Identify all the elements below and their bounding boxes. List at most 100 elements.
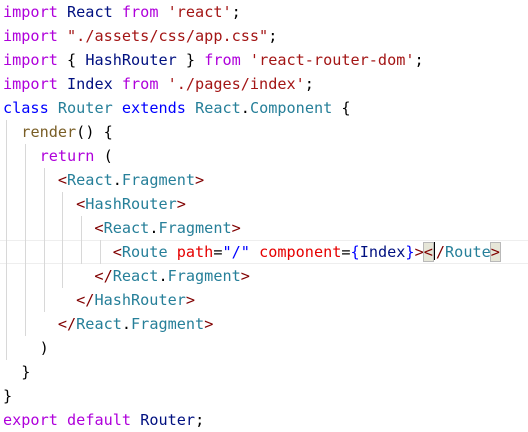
code-token: React: [76, 315, 122, 333]
code-token: default: [67, 411, 132, 429]
code-token: ;: [231, 3, 241, 21]
code-token: <: [3, 219, 104, 237]
code-token: HashRouter: [85, 195, 177, 213]
code-line: <HashRouter>: [3, 192, 186, 216]
code-token: .: [121, 315, 132, 333]
code-line: import React from 'react';: [3, 0, 241, 24]
code-token: HashRouter: [94, 291, 186, 309]
code-token: React: [112, 267, 159, 285]
code-token: Router: [131, 411, 196, 429]
code-token: "/": [222, 243, 250, 261]
code-token: ;: [304, 75, 314, 93]
matched-bracket: >: [489, 242, 501, 262]
code-token: HashRouter: [85, 51, 177, 69]
code-token: <: [3, 171, 68, 189]
code-line: return (: [3, 144, 113, 168]
code-token: </: [3, 267, 113, 285]
code-line: }: [3, 360, 30, 384]
code-token: =: [341, 243, 351, 261]
code-token: >: [240, 267, 250, 285]
code-token: import: [3, 75, 58, 93]
code-token: }: [3, 363, 31, 381]
code-token: >: [204, 315, 214, 333]
code-token: Fragment: [121, 171, 196, 189]
code-line: </HashRouter>: [3, 288, 195, 312]
code-token: render: [21, 123, 77, 141]
code-token: React: [67, 171, 113, 189]
code-line: export default Router;: [3, 408, 204, 432]
code-token: class: [3, 99, 49, 117]
code-token: }: [405, 243, 415, 261]
code-token: <: [3, 195, 86, 213]
code-token: () {: [76, 123, 113, 141]
code-token: .: [112, 171, 122, 189]
code-token: React: [103, 219, 150, 237]
code-token: /: [435, 243, 446, 261]
code-token: path: [176, 243, 214, 261]
code-token: export: [3, 411, 58, 429]
code-token: ;: [268, 27, 278, 45]
code-line: import { HashRouter } from 'react-router…: [3, 48, 424, 72]
code-editor[interactable]: import React from 'react'; import "./asse…: [0, 0, 528, 430]
matched-bracket: <: [422, 242, 434, 262]
code-line: render() {: [3, 120, 113, 144]
code-token: }: [3, 387, 13, 405]
code-token: import: [3, 51, 58, 69]
code-token: 'react': [167, 3, 232, 21]
code-token: (: [94, 147, 113, 165]
code-line: <React.Fragment>: [3, 216, 241, 240]
code-token: >: [176, 195, 186, 213]
code-token: return: [39, 147, 95, 165]
code-line: <React.Fragment>: [3, 168, 204, 192]
code-token: extends: [121, 99, 186, 117]
code-line: </React.Fragment>: [3, 264, 250, 288]
code-token: >: [185, 291, 196, 309]
code-token: Index: [57, 75, 122, 93]
code-token: {: [350, 243, 360, 261]
code-token: ): [3, 339, 49, 357]
code-token: ;: [414, 51, 424, 69]
code-token: import: [3, 27, 58, 45]
code-token: Fragment: [131, 315, 205, 333]
code-token: }: [176, 51, 205, 69]
code-token: Route: [121, 243, 168, 261]
code-token: </: [3, 315, 77, 333]
code-line: import "./assets/css/app.css";: [3, 24, 277, 48]
code-token: './pages/index': [167, 75, 305, 93]
code-token: React: [57, 3, 122, 21]
code-token: Index: [359, 243, 406, 261]
text-cursor: [433, 242, 435, 260]
code-token: React: [195, 99, 241, 117]
code-token: Route: [445, 243, 491, 261]
code-line: }: [3, 384, 12, 408]
code-token: .: [240, 99, 250, 117]
code-token: Fragment: [167, 267, 241, 285]
code-token: Router: [57, 99, 113, 117]
code-token: import: [3, 3, 58, 21]
code-token: Fragment: [158, 219, 232, 237]
code-token: </: [3, 291, 95, 309]
code-token: component: [259, 243, 342, 261]
code-token: from: [121, 75, 159, 93]
code-token: .: [158, 267, 168, 285]
code-line: class Router extends React.Component {: [3, 96, 351, 120]
code-token: >: [231, 219, 241, 237]
code-token: ;: [195, 411, 205, 429]
code-token: <: [3, 243, 122, 261]
code-token: {: [332, 99, 351, 117]
code-line: import Index from './pages/index';: [3, 72, 314, 96]
code-token: Component: [249, 99, 333, 117]
code-token: "./assets/css/app.css": [67, 27, 269, 45]
code-token: from: [121, 3, 159, 21]
code-token: from: [204, 51, 241, 69]
